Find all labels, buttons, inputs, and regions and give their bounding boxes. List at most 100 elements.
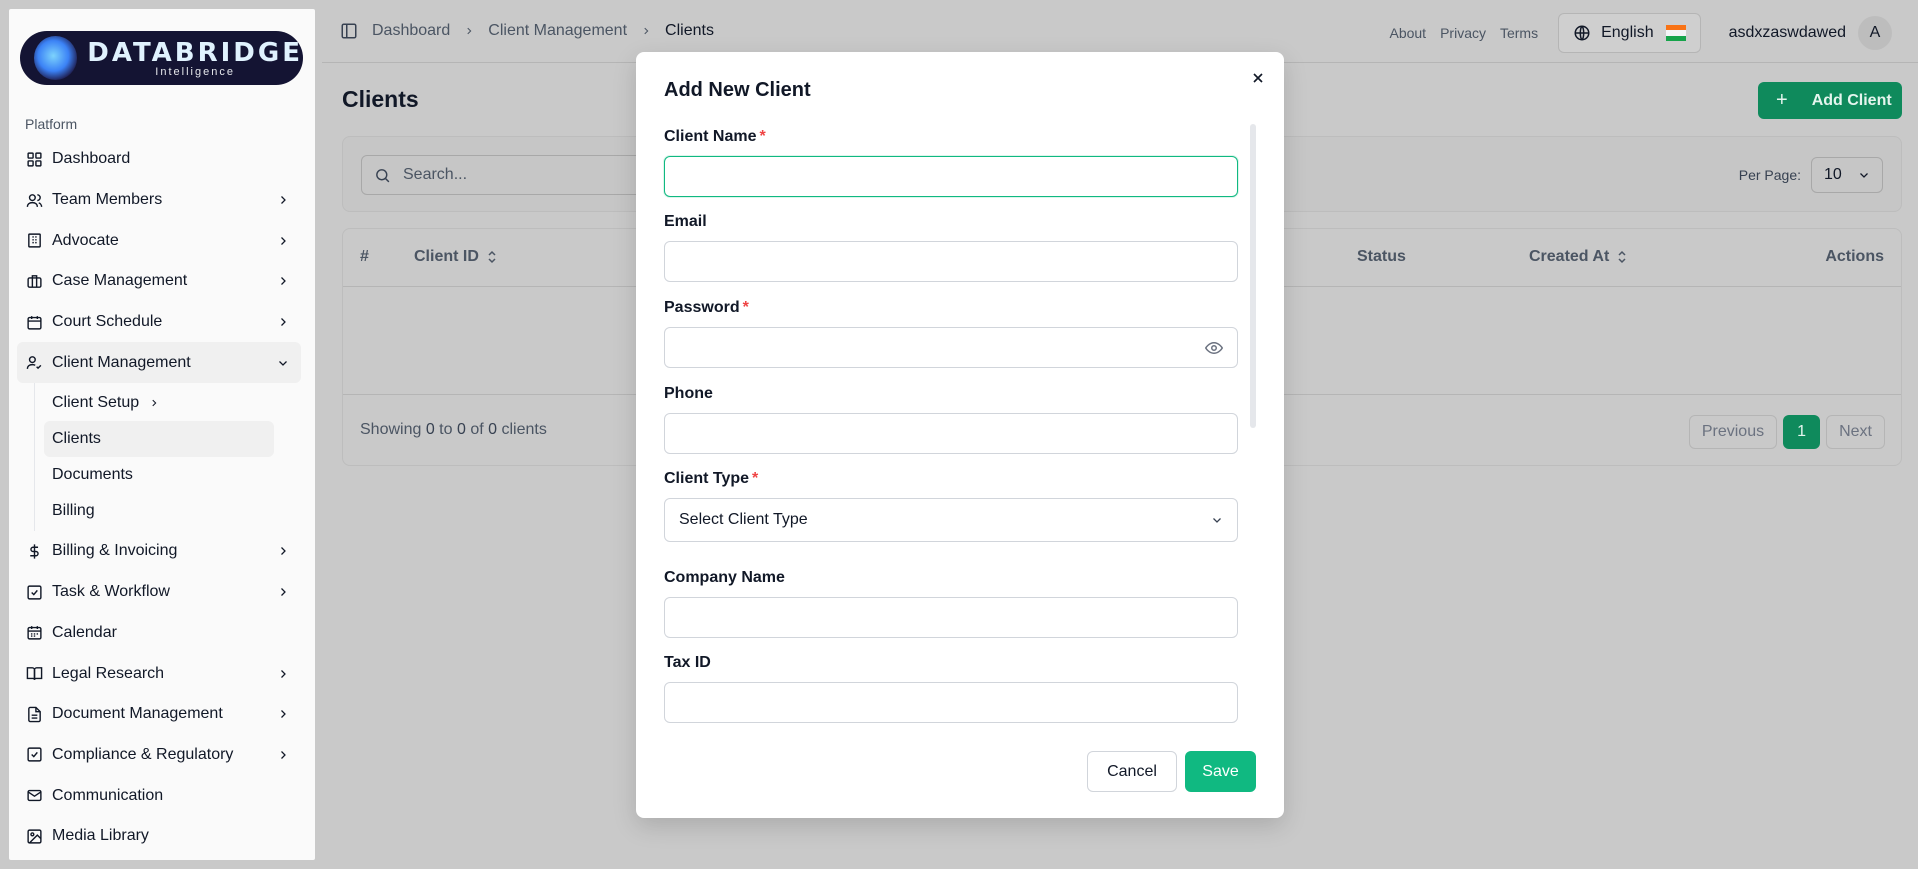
chevron-down-icon — [1213, 518, 1221, 523]
check-square-icon — [25, 583, 43, 601]
chevron-down-icon — [279, 360, 287, 366]
sidebar-item-label: Media Library — [52, 827, 149, 845]
page-number-button[interactable]: 1 — [1783, 415, 1821, 449]
sidebar-item-label: Legal Research — [52, 664, 165, 682]
file-text-icon — [25, 705, 43, 723]
search-input[interactable]: Search... — [361, 155, 661, 195]
sidebar-item-compliance[interactable]: Compliance & Regulatory — [17, 735, 301, 776]
sidebar-nav: Dashboard Team Members Advocate Case Man… — [17, 139, 301, 857]
username[interactable]: asdxzaswdawed — [1729, 24, 1846, 42]
sidebar-item-document-management[interactable]: Document Management — [17, 694, 301, 735]
brand-logo[interactable]: DATABRIDGE Intelligence — [20, 31, 303, 85]
globe-icon — [1574, 25, 1590, 41]
language-selector[interactable]: English — [1558, 13, 1701, 53]
page-title: Clients — [342, 86, 419, 112]
add-client-label: Add Client — [1811, 91, 1892, 109]
phone-label: Phone — [664, 385, 713, 402]
client-type-field: Client Type * Select Client Type — [664, 470, 1238, 542]
chevron-right-icon — [281, 588, 286, 597]
per-page-control: Per Page: 10 — [1739, 157, 1883, 193]
search-placeholder: Search... — [403, 166, 468, 183]
sidebar-item-label: Compliance & Regulatory — [52, 745, 234, 763]
column-status: Status — [1357, 248, 1406, 265]
sort-icon — [1618, 250, 1626, 264]
subnav-item-client-setup[interactable]: Client Setup — [44, 385, 274, 421]
client-type-select[interactable]: Select Client Type — [664, 498, 1238, 542]
subnav-item-clients[interactable]: Clients — [44, 421, 274, 458]
save-button[interactable]: Save — [1185, 751, 1256, 792]
chevron-right-icon — [281, 669, 286, 678]
terms-link[interactable]: Terms — [1500, 25, 1538, 41]
subnav-item-documents[interactable]: Documents — [44, 457, 274, 493]
per-page-label: Per Page: — [1738, 167, 1801, 183]
breadcrumb-client-management[interactable]: Client Management — [488, 22, 627, 40]
user-check-icon — [25, 354, 43, 372]
sidebar-item-billing-invoicing[interactable]: Billing & Invoicing — [17, 531, 301, 572]
add-client-button[interactable]: + Add Client — [1758, 82, 1902, 119]
previous-page-button[interactable]: Previous — [1688, 415, 1778, 449]
breadcrumb-clients: Clients — [665, 22, 714, 39]
close-icon[interactable] — [1250, 70, 1266, 86]
book-open-icon — [25, 665, 43, 683]
calendar-days-icon — [25, 624, 43, 642]
breadcrumb-dashboard[interactable]: Dashboard — [372, 22, 450, 40]
subnav-item-billing[interactable]: Billing — [44, 493, 274, 529]
next-page-button[interactable]: Next — [1826, 415, 1885, 449]
sidebar-toggle-icon[interactable] — [340, 22, 358, 40]
required-marker: * — [752, 470, 759, 487]
email-input[interactable] — [664, 241, 1238, 282]
chevron-right-icon — [281, 196, 286, 204]
tax-id-field: Tax ID — [664, 654, 1238, 723]
image-icon — [25, 827, 43, 845]
about-link[interactable]: About — [1389, 25, 1426, 41]
company-name-label: Company Name — [664, 569, 785, 586]
tax-id-label: Tax ID — [664, 654, 711, 671]
search-icon — [376, 168, 390, 182]
client-name-label: Client Name — [664, 128, 757, 145]
chevron-right-icon — [281, 236, 286, 245]
sidebar-item-client-management[interactable]: Client Management — [17, 342, 301, 384]
sidebar-item-calendar[interactable]: Calendar — [17, 613, 301, 654]
subnav-item-label: Billing — [52, 502, 95, 520]
sidebar-item-media-library[interactable]: Media Library — [17, 816, 301, 857]
required-marker: * — [759, 128, 766, 145]
password-input[interactable] — [664, 327, 1238, 368]
client-name-input[interactable] — [664, 156, 1238, 197]
phone-input[interactable] — [664, 413, 1238, 454]
company-name-field: Company Name — [664, 569, 1238, 638]
sidebar-item-dashboard[interactable]: Dashboard — [17, 139, 301, 180]
password-label: Password — [664, 299, 740, 316]
company-name-input[interactable] — [664, 597, 1238, 638]
users-icon — [25, 191, 43, 209]
privacy-link[interactable]: Privacy — [1440, 25, 1486, 41]
email-label: Email — [664, 213, 707, 230]
dialog-scrollbar[interactable] — [1250, 124, 1256, 428]
sidebar-item-communication[interactable]: Communication — [17, 775, 301, 816]
column-client-id[interactable]: Client ID — [414, 248, 497, 266]
client-name-field: Client Name * — [664, 128, 1238, 197]
sidebar-item-label: Case Management — [52, 272, 188, 290]
sidebar-item-court-schedule[interactable]: Court Schedule — [17, 302, 301, 343]
brand-title: DATABRIDGE — [87, 38, 303, 68]
mail-icon — [25, 787, 43, 805]
password-field: Password * — [664, 299, 1238, 368]
subnav-item-label: Documents — [52, 466, 133, 484]
column-created-at[interactable]: Created At — [1529, 248, 1627, 266]
eye-icon[interactable] — [1205, 340, 1223, 356]
sidebar-item-label: Advocate — [52, 231, 119, 249]
sidebar-item-legal-research[interactable]: Legal Research — [17, 653, 301, 694]
topbar-right: About Privacy Terms English asdxzaswdawe… — [1375, 13, 1892, 53]
per-page-select[interactable]: 10 — [1811, 157, 1883, 193]
chevron-right-icon — [281, 547, 286, 556]
client-type-value: Select Client Type — [679, 511, 808, 528]
chevron-right-icon — [281, 318, 286, 327]
sidebar-item-case-management[interactable]: Case Management — [17, 261, 301, 302]
tax-id-input[interactable] — [664, 682, 1238, 723]
chevron-down-icon — [1860, 173, 1868, 178]
cancel-button[interactable]: Cancel — [1087, 751, 1177, 792]
sidebar-item-task-workflow[interactable]: Task & Workflow — [17, 572, 301, 613]
avatar[interactable]: A — [1858, 16, 1892, 50]
sidebar-item-advocate[interactable]: Advocate — [17, 220, 301, 261]
sidebar-item-team-members[interactable]: Team Members — [17, 180, 301, 221]
client-management-subnav: Client Setup Clients Documents Billing — [34, 383, 301, 532]
